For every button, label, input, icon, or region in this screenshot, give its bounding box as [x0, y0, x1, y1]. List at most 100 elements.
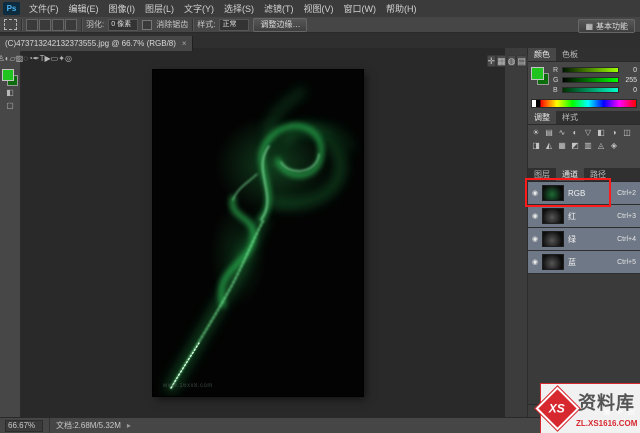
channel-name: 绿: [568, 234, 617, 245]
channels-panel: 图层 通道 路径 ◉ RGB Ctrl+2 ◉ 红 Ctrl+3: [528, 168, 640, 418]
adjustment-channel-mixer[interactable]: ◭: [543, 140, 555, 152]
channel-row-green[interactable]: ◉ 绿 Ctrl+4: [528, 228, 640, 251]
panel-foreground-swatch[interactable]: [531, 67, 544, 80]
blue-slider[interactable]: [562, 87, 619, 93]
red-slider[interactable]: [562, 67, 619, 73]
visibility-eye-icon[interactable]: ◉: [528, 189, 542, 197]
selection-subtract-icon[interactable]: [52, 19, 64, 31]
menu-item-6[interactable]: 滤镜(T): [259, 4, 299, 14]
anti-alias-checkbox[interactable]: [142, 20, 152, 30]
canvas-area[interactable]: www.16xx8.com: [21, 48, 505, 418]
tool-zoom-tool[interactable]: ◎: [65, 54, 72, 63]
menu-item-4[interactable]: 文字(Y): [179, 4, 219, 14]
selection-add-icon[interactable]: [39, 19, 51, 31]
channel-thumbnail: [542, 254, 564, 270]
watermark-title: 资料库: [578, 389, 635, 415]
status-options-arrow[interactable]: ▸: [127, 421, 131, 430]
image-watermark-text: www.16xx8.com: [163, 383, 213, 389]
document-tab-bar: (C)473713242132373555.jpg @ 66.7% (RGB/8…: [0, 33, 640, 48]
green-value[interactable]: 255: [622, 77, 637, 84]
green-smoke-artwork: [153, 70, 363, 396]
color-panel-tabs: 颜色 色板: [528, 48, 640, 62]
adjustment-color-balance[interactable]: ◑: [608, 127, 620, 139]
channel-shortcut: Ctrl+5: [617, 259, 640, 266]
tab-color[interactable]: 颜色: [528, 48, 556, 61]
color-spectrum-ramp[interactable]: [531, 99, 637, 108]
channel-shortcut: Ctrl+4: [617, 236, 640, 243]
tab-swatches[interactable]: 色板: [556, 48, 584, 61]
tool-hand-tool[interactable]: ✦: [58, 54, 65, 63]
photoshop-window: Ps 文件(F)编辑(E)图像(I)图层(L)文字(Y)选择(S)滤镜(T)视图…: [0, 0, 640, 433]
menu-items: 文件(F)编辑(E)图像(I)图层(L)文字(Y)选择(S)滤镜(T)视图(V)…: [24, 0, 422, 18]
document-size-info: 文档:2.68M/5.32M: [56, 420, 121, 431]
color-panel: 颜色 色板 R 0 G 255: [528, 48, 640, 111]
dock-icon-properties-panel[interactable]: ▤: [516, 55, 527, 67]
adjustment-curves[interactable]: ∿: [556, 127, 568, 139]
tab-channels[interactable]: 通道: [556, 168, 584, 181]
tab-close-icon[interactable]: ×: [182, 39, 187, 48]
channel-thumbnail: [542, 185, 564, 201]
document-tab[interactable]: (C)473713242132373555.jpg @ 66.7% (RGB/8…: [0, 36, 193, 51]
visibility-eye-icon[interactable]: ◉: [528, 235, 542, 243]
tab-styles[interactable]: 样式: [556, 111, 584, 124]
tab-paths[interactable]: 路径: [584, 168, 612, 181]
quick-mask-button[interactable]: ◧: [0, 86, 20, 99]
selection-new-icon[interactable]: [26, 19, 38, 31]
menu-item-7[interactable]: 视图(V): [299, 4, 339, 14]
dock-icon-histogram-panel[interactable]: ▦: [496, 55, 507, 67]
adjustments-panel-tabs: 调整 样式: [528, 111, 640, 125]
adjustment-exposure[interactable]: ◐: [569, 127, 581, 139]
menu-item-2[interactable]: 图像(I): [104, 4, 141, 14]
foreground-color-swatch[interactable]: [2, 69, 14, 81]
dock-icon-info-panel[interactable]: ◍: [507, 55, 517, 67]
panel-color-swatches[interactable]: [531, 67, 549, 85]
adjustment-brightness-contrast[interactable]: ☀: [530, 127, 542, 139]
photoshop-logo: Ps: [3, 2, 20, 15]
adjustment-photo-filter[interactable]: ◨: [530, 140, 542, 152]
visibility-eye-icon[interactable]: ◉: [528, 258, 542, 266]
menu-item-9[interactable]: 帮助(H): [381, 4, 422, 14]
menu-item-8[interactable]: 窗口(W): [339, 4, 382, 14]
adjustment-posterize[interactable]: ▥: [582, 140, 594, 152]
adjustment-vibrance[interactable]: ▽: [582, 127, 594, 139]
watermark-diamond-logo: XS: [536, 387, 580, 431]
dock-icon-navigator-panel[interactable]: ✛: [487, 55, 497, 67]
document-image[interactable]: www.16xx8.com: [153, 70, 363, 396]
feather-input[interactable]: 0 像素: [108, 19, 138, 31]
zoom-level-field[interactable]: 66.67%: [5, 420, 43, 432]
tools-palette: ✥◻ʃ✧◱✐⊕✏♙◐▱▨◌◔✒T▶▭✦◎ ◧ ▢: [0, 48, 21, 418]
channel-thumbnail: [542, 231, 564, 247]
watermark-logo-text: XS: [549, 401, 565, 415]
workspace-switcher-button[interactable]: ▦ 基本功能: [578, 19, 635, 33]
red-value[interactable]: 0: [622, 67, 637, 74]
adjustment-gradient-map[interactable]: ◈: [608, 140, 620, 152]
adjustment-black-white[interactable]: ◫: [621, 127, 633, 139]
style-dropdown[interactable]: 正常: [219, 19, 249, 31]
channel-row-rgb[interactable]: ◉ RGB Ctrl+2: [528, 182, 640, 205]
color-swatches[interactable]: [2, 69, 18, 86]
workspace-label: 基本功能: [596, 21, 628, 32]
selection-intersect-icon[interactable]: [65, 19, 77, 31]
adjustment-color-lookup[interactable]: ▦: [556, 140, 568, 152]
menu-item-1[interactable]: 编辑(E): [64, 4, 104, 14]
adjustments-panel: 调整 样式 ☀▤∿◐▽◧◑◫ ◨◭▦◩▥◬◈: [528, 111, 640, 170]
visibility-eye-icon[interactable]: ◉: [528, 212, 542, 220]
channel-row-red[interactable]: ◉ 红 Ctrl+3: [528, 205, 640, 228]
adjustment-levels[interactable]: ▤: [543, 127, 555, 139]
adjustment-hue-saturation[interactable]: ◧: [595, 127, 607, 139]
menu-item-3[interactable]: 图层(L): [140, 4, 179, 14]
tab-layers[interactable]: 图层: [528, 168, 556, 181]
green-slider-row: G 255: [553, 75, 637, 85]
tool-pen-tool[interactable]: ✒: [33, 54, 40, 63]
menu-item-5[interactable]: 选择(S): [219, 4, 259, 14]
channel-row-blue[interactable]: ◉ 蓝 Ctrl+5: [528, 251, 640, 274]
screen-mode-button[interactable]: ▢: [0, 99, 20, 112]
workspace-grid-icon: ▦: [585, 21, 593, 32]
refine-edge-button[interactable]: 调整边缘…: [253, 18, 307, 32]
adjustment-invert[interactable]: ◩: [569, 140, 581, 152]
blue-value[interactable]: 0: [622, 87, 637, 94]
adjustment-threshold[interactable]: ◬: [595, 140, 607, 152]
green-slider[interactable]: [562, 77, 619, 83]
tab-adjustments[interactable]: 调整: [528, 111, 556, 124]
menu-item-0[interactable]: 文件(F): [24, 4, 64, 14]
